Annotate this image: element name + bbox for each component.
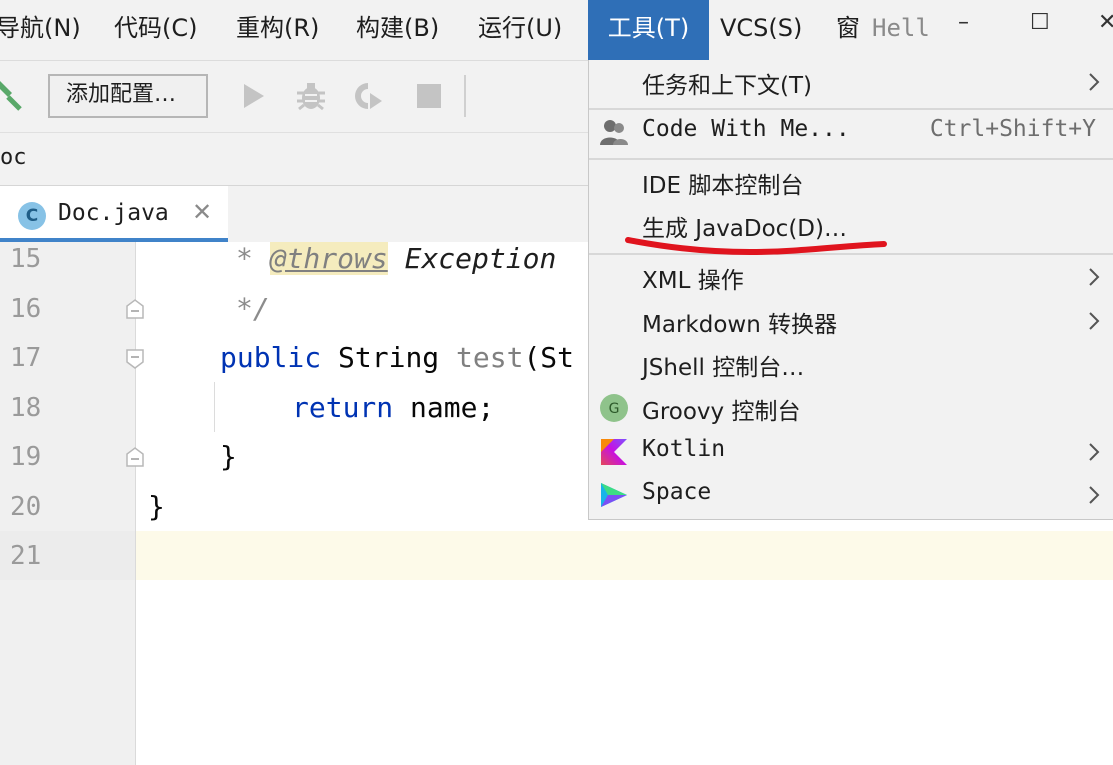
submenu-arrow-icon bbox=[1089, 443, 1100, 461]
line-number: 17 bbox=[10, 343, 42, 373]
menu-navigate[interactable]: 导航(N) bbox=[0, 0, 81, 60]
menu-item-code-with-me[interactable]: Code With Me... Ctrl+Shift+Y bbox=[589, 110, 1113, 154]
stop-icon[interactable] bbox=[412, 79, 446, 113]
run-icon[interactable] bbox=[236, 79, 270, 113]
menu-bar: 导航(N) 代码(C) 重构(R) 构建(B) 运行(U) 工具(T) VCS(… bbox=[0, 0, 1113, 60]
code-with-me-icon bbox=[600, 120, 628, 145]
line-number: 15 bbox=[10, 244, 42, 274]
breadcrumb-item[interactable]: oc bbox=[0, 145, 27, 170]
current-line-highlight bbox=[0, 531, 1113, 580]
submenu-arrow-icon bbox=[1089, 73, 1100, 91]
menu-item-space[interactable]: Space bbox=[589, 473, 1113, 517]
hammer-icon[interactable] bbox=[0, 79, 28, 113]
line-number: 20 bbox=[10, 492, 42, 522]
coverage-icon[interactable] bbox=[352, 79, 386, 113]
menu-item-ide-script-console[interactable]: IDE 脚本控制台 bbox=[589, 160, 1113, 204]
menu-item-tasks-context[interactable]: 任务和上下文(T) bbox=[589, 60, 1113, 104]
menu-item-jshell-console[interactable]: JShell 控制台… bbox=[589, 342, 1113, 386]
java-class-icon: C bbox=[18, 202, 46, 230]
code-line-20: } bbox=[148, 490, 165, 523]
minimize-button[interactable]: – bbox=[958, 10, 969, 35]
code-line-18: return name; bbox=[292, 391, 495, 424]
line-number: 21 bbox=[10, 541, 42, 571]
code-line-17: public String test(St bbox=[220, 341, 575, 374]
menu-item-markdown-converter[interactable]: Markdown 转换器 bbox=[589, 299, 1113, 343]
menu-refactor[interactable]: 重构(R) bbox=[236, 0, 319, 60]
add-configuration-button[interactable]: 添加配置… bbox=[48, 74, 208, 118]
line-number: 19 bbox=[10, 442, 42, 472]
menu-window[interactable]: 窗 bbox=[836, 0, 860, 60]
tools-menu-dropdown: 任务和上下文(T) Code With Me... Ctrl+Shift+Y I… bbox=[588, 60, 1113, 520]
menu-item-kotlin[interactable]: Kotlin bbox=[589, 430, 1113, 474]
code-line-16: */ bbox=[236, 292, 270, 325]
line-number: 18 bbox=[10, 393, 42, 423]
project-title: Hell bbox=[872, 14, 930, 42]
code-line-15: * @throws Exception bbox=[236, 242, 557, 275]
tab-doc-java[interactable]: C Doc.java ✕ bbox=[0, 186, 228, 242]
groovy-icon: G bbox=[600, 394, 628, 422]
maximize-button[interactable]: ☐ bbox=[1030, 10, 1050, 35]
fold-start-icon[interactable] bbox=[124, 348, 146, 370]
toolbar-separator bbox=[464, 75, 466, 117]
menu-vcs[interactable]: VCS(S) bbox=[720, 0, 802, 60]
submenu-arrow-icon bbox=[1089, 268, 1100, 286]
tab-close-icon[interactable]: ✕ bbox=[192, 198, 212, 226]
red-underline-annotation bbox=[625, 237, 887, 256]
submenu-arrow-icon bbox=[1089, 486, 1100, 504]
kotlin-icon bbox=[601, 439, 627, 465]
code-line-19: } bbox=[220, 440, 237, 473]
fold-end-icon[interactable] bbox=[124, 298, 146, 320]
debug-icon[interactable] bbox=[294, 79, 328, 113]
svg-text:G: G bbox=[609, 401, 620, 417]
menu-code[interactable]: 代码(C) bbox=[114, 0, 197, 60]
line-number: 16 bbox=[10, 294, 42, 324]
menu-tools[interactable]: 工具(T) bbox=[588, 0, 709, 60]
menu-build[interactable]: 构建(B) bbox=[356, 0, 439, 60]
close-button[interactable]: ✕ bbox=[1098, 10, 1113, 35]
menu-run[interactable]: 运行(U) bbox=[478, 0, 562, 60]
menu-item-groovy-console[interactable]: G Groovy 控制台 bbox=[589, 386, 1113, 430]
submenu-arrow-icon bbox=[1089, 312, 1100, 330]
fold-end-icon[interactable] bbox=[124, 446, 146, 468]
space-icon bbox=[601, 483, 627, 507]
tab-label: Doc.java bbox=[58, 200, 169, 226]
indent-guide bbox=[214, 382, 215, 432]
